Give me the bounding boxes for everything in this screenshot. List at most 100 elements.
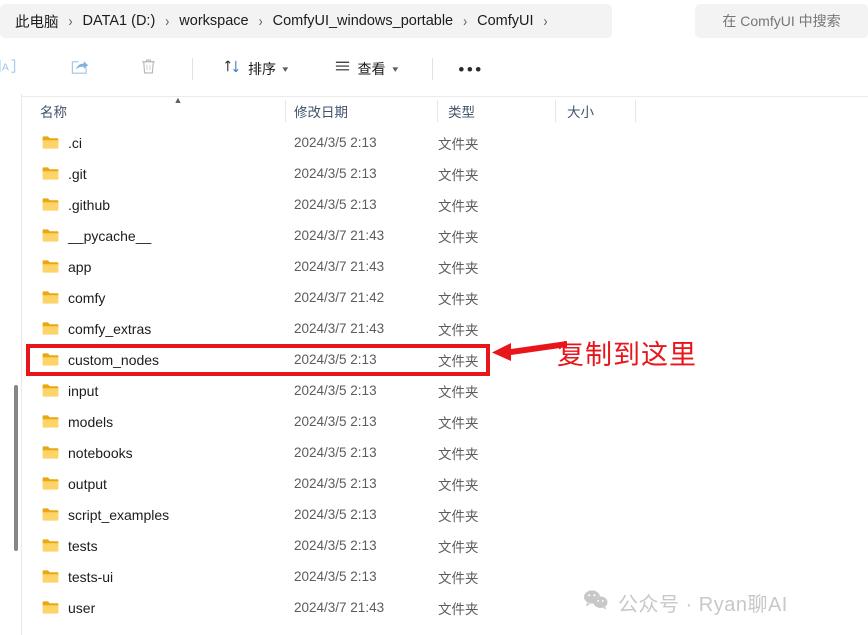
breadcrumb-item-2[interactable]: workspace: [178, 11, 249, 31]
file-list: .ci 2024/3/5 2:13 文件夹 .git 2024/3/5 2:13 文件夹.…: [22, 127, 868, 623]
view-label: 查看: [357, 61, 386, 77]
column-header-date-modified[interactable]: 修改日期: [294, 97, 348, 125]
file-name-cell[interactable]: models: [42, 414, 113, 430]
trash-icon: [139, 57, 158, 81]
file-type-cell: 文件夹: [438, 229, 479, 245]
file-name-cell[interactable]: comfy_extras: [42, 321, 151, 337]
nav-scrollbar[interactable]: [6, 94, 18, 635]
folder-icon: [42, 197, 59, 212]
file-name-cell[interactable]: input: [42, 383, 98, 399]
file-type-cell: 文件夹: [438, 446, 479, 462]
file-name-label: models: [68, 413, 114, 430]
table-row[interactable]: tests-ui 2024/3/5 2:13 文件夹: [22, 561, 868, 592]
more-options-button[interactable]: •••: [453, 53, 489, 85]
chevron-down-icon: ▾: [391, 63, 398, 74]
breadcrumb-item-1[interactable]: DATA1 (D:): [82, 11, 157, 31]
breadcrumb-chevron-icon[interactable]: ›: [165, 12, 169, 30]
toolbar-divider-1: [192, 58, 193, 80]
folder-icon: [42, 476, 59, 491]
breadcrumb-item-3[interactable]: ComfyUI_windows_portable: [272, 11, 455, 31]
column-header-size[interactable]: 大小: [567, 97, 594, 125]
breadcrumb-item-4[interactable]: ComfyUI: [476, 11, 534, 31]
file-date-cell: 2024/3/5 2:13: [294, 569, 377, 584]
table-row[interactable]: user 2024/3/7 21:43 文件夹: [22, 592, 868, 623]
file-date-cell: 2024/3/5 2:13: [294, 166, 377, 181]
file-date-cell: 2024/3/5 2:13: [294, 135, 377, 150]
file-name-label: app: [68, 258, 92, 275]
file-name-cell[interactable]: script_examples: [42, 507, 169, 523]
breadcrumb-item-0[interactable]: 此电脑: [14, 9, 60, 34]
search-input[interactable]: 在 ComfyUI 中搜索: [722, 11, 840, 31]
delete-button[interactable]: [130, 53, 166, 85]
table-row[interactable]: comfy 2024/3/7 21:42 文件夹: [22, 282, 868, 313]
table-row[interactable]: app 2024/3/7 21:43 文件夹: [22, 251, 868, 282]
file-name-cell[interactable]: notebooks: [42, 445, 133, 461]
column-header-type[interactable]: 类型: [448, 97, 475, 125]
file-name-label: custom_nodes: [68, 351, 160, 368]
folder-icon: [42, 290, 59, 305]
file-name-cell[interactable]: output: [42, 476, 107, 492]
table-row[interactable]: .git 2024/3/5 2:13 文件夹: [22, 158, 868, 189]
column-divider-1[interactable]: [285, 100, 286, 122]
file-date-cell: 2024/3/7 21:43: [294, 600, 385, 615]
file-name-label: input: [68, 382, 99, 399]
table-row[interactable]: script_examples 2024/3/5 2:13 文件夹: [22, 499, 868, 530]
file-date-cell: 2024/3/7 21:43: [294, 321, 385, 336]
breadcrumb[interactable]: 此电脑 › DATA1 (D:) › workspace › ComfyUI_windows…: [0, 4, 612, 38]
file-name-cell[interactable]: comfy: [42, 290, 105, 306]
table-row[interactable]: models 2024/3/5 2:13 文件夹: [22, 406, 868, 437]
folder-icon: [42, 507, 59, 522]
column-divider-3[interactable]: [555, 100, 556, 122]
table-row[interactable]: output 2024/3/5 2:13 文件夹: [22, 468, 868, 499]
file-name-label: user: [68, 599, 96, 616]
file-name-cell[interactable]: .ci: [42, 135, 82, 151]
breadcrumb-chevron-icon[interactable]: ›: [259, 12, 263, 30]
rename-button[interactable]: A: [0, 53, 26, 85]
file-name-label: tests: [68, 537, 98, 554]
folder-icon: [42, 166, 59, 181]
file-name-label: tests-ui: [68, 568, 114, 585]
breadcrumb-chevron-icon[interactable]: ›: [544, 12, 548, 30]
table-row[interactable]: __pycache__ 2024/3/7 21:43 文件夹: [22, 220, 868, 251]
file-name-cell[interactable]: user: [42, 600, 95, 616]
column-divider-4[interactable]: [635, 100, 636, 122]
share-icon: [70, 57, 89, 81]
chevron-down-icon: ▾: [282, 63, 289, 74]
file-name-cell[interactable]: .git: [42, 166, 87, 182]
search-box[interactable]: 在 ComfyUI 中搜索: [695, 4, 868, 38]
column-divider-2[interactable]: [437, 100, 438, 122]
column-header-name[interactable]: 名称: [40, 97, 67, 125]
file-date-cell: 2024/3/7 21:43: [294, 259, 385, 274]
sort-label: 排序: [248, 61, 276, 77]
file-name-cell[interactable]: tests-ui: [42, 569, 113, 585]
nav-scrollbar-thumb[interactable]: [14, 385, 18, 551]
file-date-cell: 2024/3/7 21:42: [294, 290, 385, 305]
table-row[interactable]: custom_nodes 2024/3/5 2:13 文件夹: [22, 344, 868, 375]
table-row[interactable]: input 2024/3/5 2:13 文件夹: [22, 375, 868, 406]
file-name-cell[interactable]: .github: [42, 197, 110, 213]
folder-icon: [42, 259, 59, 274]
table-row[interactable]: tests 2024/3/5 2:13 文件夹: [22, 530, 868, 561]
file-date-cell: 2024/3/5 2:13: [294, 445, 377, 460]
file-name-cell[interactable]: tests: [42, 538, 98, 554]
folder-icon: [42, 600, 59, 615]
sort-button[interactable]: 排序 ▾: [215, 53, 297, 85]
breadcrumb-chevron-icon[interactable]: ›: [463, 12, 467, 30]
table-row[interactable]: .ci 2024/3/5 2:13 文件夹: [22, 127, 868, 158]
column-headers: ▲ 名称 修改日期 类型 大小: [22, 96, 868, 125]
folder-icon: [42, 569, 59, 584]
table-row[interactable]: notebooks 2024/3/5 2:13 文件夹: [22, 437, 868, 468]
share-button[interactable]: [61, 53, 97, 85]
folder-icon: [42, 383, 59, 398]
view-button[interactable]: 查看 ▾: [325, 53, 407, 85]
file-name-cell[interactable]: custom_nodes: [42, 352, 159, 368]
file-name-label: notebooks: [68, 444, 133, 461]
breadcrumb-chevron-icon[interactable]: ›: [69, 12, 73, 30]
file-name-cell[interactable]: __pycache__: [42, 228, 151, 244]
file-name-label: .git: [68, 165, 87, 182]
file-name-cell[interactable]: app: [42, 259, 91, 275]
table-row[interactable]: comfy_extras 2024/3/7 21:43 文件夹: [22, 313, 868, 344]
table-row[interactable]: .github 2024/3/5 2:13 文件夹: [22, 189, 868, 220]
view-icon: [334, 58, 351, 80]
file-list-pane: ▲ 名称 修改日期 类型 大小 .ci 2024/3/5 2:13 文件夹 .git 2…: [22, 94, 868, 635]
